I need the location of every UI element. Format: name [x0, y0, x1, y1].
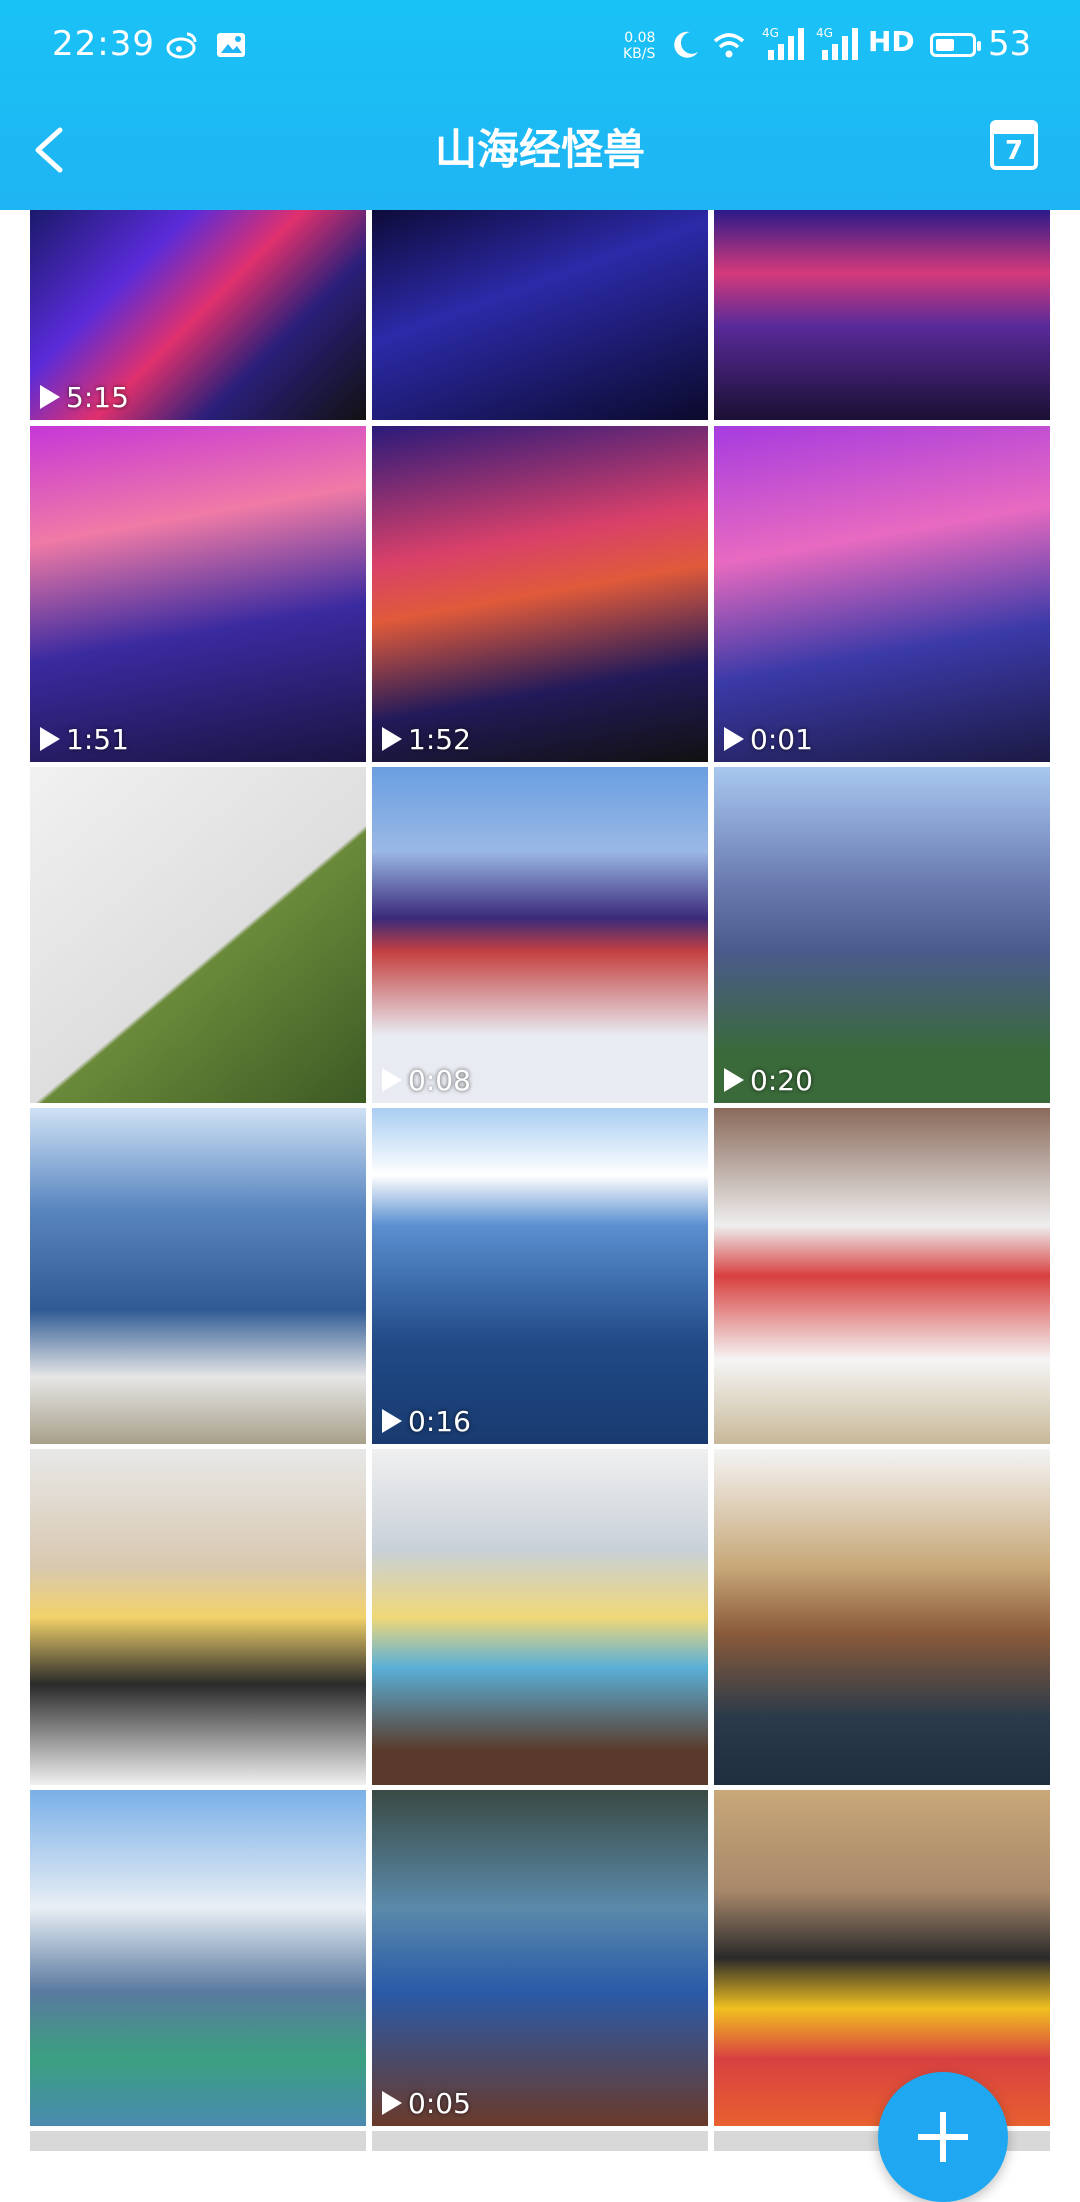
video-duration: 0:20 — [724, 1064, 813, 1097]
video-duration: 0:05 — [382, 2087, 471, 2120]
moon-icon — [674, 31, 698, 58]
photo-thumbnail[interactable] — [714, 210, 1050, 420]
photo-thumbnail[interactable] — [30, 1449, 366, 1785]
play-icon — [382, 1068, 402, 1092]
play-icon — [724, 1068, 744, 1092]
photo-thumbnail[interactable] — [30, 767, 366, 1103]
header: 22:39 0.08 KB/S 4G 4G HD 53 山海经怪兽 7 — [0, 0, 1080, 210]
hd-icon: HD — [868, 25, 915, 58]
video-thumbnail[interactable]: 0:05 — [372, 1790, 708, 2126]
page-title: 山海经怪兽 — [434, 125, 645, 174]
video-duration: 1:51 — [40, 723, 129, 756]
photo-thumbnail[interactable] — [372, 210, 708, 420]
photo-thumbnail[interactable] — [30, 2131, 366, 2151]
battery-level: 53 — [988, 24, 1032, 64]
signal-icon-2: 4G — [816, 26, 860, 62]
play-icon — [382, 1409, 402, 1433]
video-duration: 1:52 — [382, 723, 471, 756]
add-button[interactable] — [878, 2072, 1008, 2202]
photo-thumbnail[interactable] — [30, 1108, 366, 1444]
photo-thumbnail[interactable] — [372, 1449, 708, 1785]
play-icon — [382, 2091, 402, 2115]
calendar-button[interactable]: 7 — [990, 120, 1038, 170]
video-duration: 0:16 — [382, 1405, 471, 1438]
play-icon — [382, 727, 402, 751]
photo-thumbnail[interactable] — [372, 2131, 708, 2151]
status-time: 22:39 — [52, 24, 155, 64]
play-icon — [724, 727, 744, 751]
app-bar: 山海经怪兽 7 — [0, 110, 1080, 190]
video-thumbnail[interactable]: 1:52 — [372, 426, 708, 762]
video-thumbnail[interactable]: 1:51 — [30, 426, 366, 762]
weibo-icon — [166, 32, 197, 59]
photo-thumbnail[interactable] — [714, 1449, 1050, 1785]
play-icon — [40, 385, 60, 409]
calendar-icon — [994, 124, 1034, 134]
video-duration: 0:08 — [382, 1064, 471, 1097]
play-icon — [40, 727, 60, 751]
battery-icon — [930, 33, 981, 57]
photo-thumbnail[interactable] — [30, 1790, 366, 2126]
network-speed: 0.08 KB/S — [623, 30, 656, 62]
video-thumbnail[interactable]: 0:08 — [372, 767, 708, 1103]
video-thumbnail[interactable]: 0:01 — [714, 426, 1050, 762]
video-duration: 5:15 — [40, 381, 129, 414]
status-bar: 22:39 0.08 KB/S 4G 4G HD 53 — [0, 0, 1080, 92]
image-notification-icon — [217, 33, 245, 57]
photo-thumbnail[interactable] — [714, 1790, 1050, 2126]
wifi-icon — [713, 33, 745, 58]
photo-thumbnail[interactable] — [714, 1108, 1050, 1444]
video-thumbnail[interactable]: 0:16 — [372, 1108, 708, 1444]
calendar-day: 7 — [1004, 136, 1024, 166]
signal-icon-1: 4G — [762, 26, 806, 62]
video-duration: 0:01 — [724, 723, 813, 756]
video-thumbnail[interactable]: 0:20 — [714, 767, 1050, 1103]
video-thumbnail[interactable]: 5:15 — [30, 210, 366, 420]
